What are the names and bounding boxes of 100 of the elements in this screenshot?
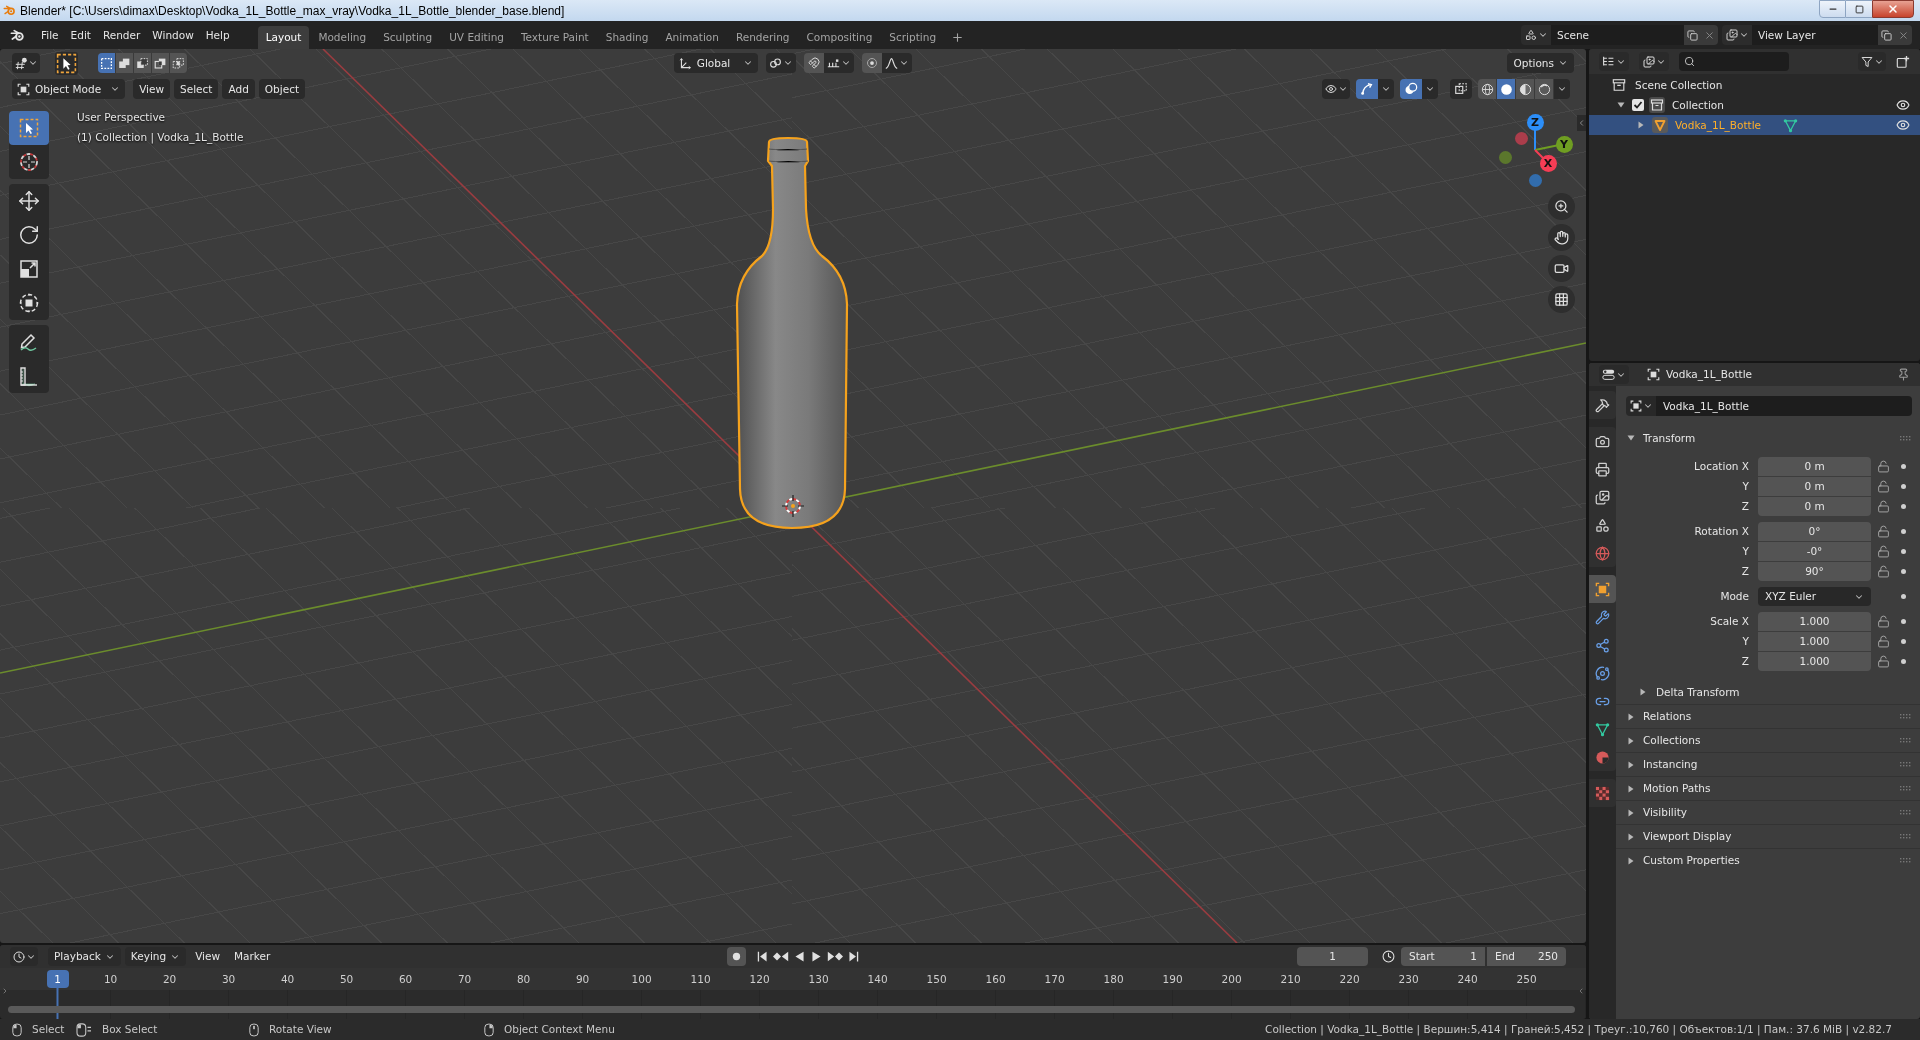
zoom-button[interactable] <box>1548 193 1575 220</box>
disclosure-triangle-icon[interactable] <box>1637 121 1645 129</box>
rotation-mode-dropdown[interactable]: XYZ Euler <box>1758 587 1871 606</box>
panel-header[interactable]: Relations <box>1616 704 1920 728</box>
falloff-dropdown[interactable] <box>882 53 913 73</box>
view-layer-selector-button[interactable] <box>1722 25 1752 45</box>
menu-item[interactable]: Marker <box>229 947 276 966</box>
scene-name-field[interactable]: Scene <box>1551 25 1684 45</box>
snap-element-dropdown[interactable] <box>824 53 855 73</box>
toggle-options-dropdown[interactable] <box>1422 79 1438 99</box>
disclosure-triangle-icon[interactable] <box>1627 808 1635 817</box>
disclosure-triangle-icon[interactable] <box>1627 832 1635 841</box>
delete-scene-button[interactable] <box>1701 25 1718 45</box>
chevron-down-icon[interactable] <box>1381 84 1391 94</box>
timeline-scrollbar[interactable] <box>8 1006 1575 1013</box>
unlocked-padlock-icon[interactable] <box>1877 480 1890 493</box>
toggle-switches-icon[interactable] <box>1602 368 1615 381</box>
minimize-button[interactable] <box>1819 0 1846 18</box>
close-button[interactable] <box>1872 0 1914 18</box>
ruler-protractor-icon[interactable] <box>18 365 40 387</box>
search-icon[interactable] <box>1684 56 1695 67</box>
linked-rings-icon[interactable] <box>769 56 783 70</box>
display-mode-dropdown[interactable] <box>1639 52 1669 71</box>
falloff-curve-icon[interactable] <box>885 56 899 70</box>
checkerboard-icon[interactable] <box>1595 785 1610 801</box>
unlocked-padlock-icon[interactable] <box>1877 460 1890 473</box>
chevron-down-icon[interactable] <box>841 58 852 68</box>
images-icon[interactable] <box>1595 489 1610 505</box>
checkbox[interactable] <box>1632 99 1644 111</box>
skip-to-end-icon[interactable] <box>846 950 860 963</box>
unlocked-padlock-icon[interactable] <box>1877 655 1890 668</box>
chevron-down-icon[interactable] <box>783 58 794 68</box>
dot-icon[interactable] <box>1901 594 1906 599</box>
tree-list-icon[interactable] <box>1602 55 1615 68</box>
dot-icon[interactable] <box>1901 549 1906 554</box>
filter-dropdown[interactable] <box>1858 52 1886 71</box>
move-arrows-icon[interactable] <box>18 190 40 212</box>
box-icon[interactable] <box>1649 97 1665 113</box>
subpanel-header[interactable]: Delta Transform <box>1616 681 1920 703</box>
chevron-down-icon[interactable] <box>1337 84 1348 94</box>
workspace-tab[interactable]: Modeling <box>310 26 375 49</box>
unlocked-padlock-icon[interactable] <box>1877 635 1890 648</box>
number-field[interactable]: 0° <box>1758 522 1871 541</box>
number-field[interactable]: 1.000 <box>1758 652 1871 671</box>
zoom-in-icon[interactable] <box>1554 199 1569 214</box>
options-dropdown[interactable]: Options <box>1507 53 1574 73</box>
funnel-icon[interactable] <box>1860 55 1873 68</box>
workspace-tab[interactable]: Rendering <box>727 26 798 49</box>
object-square-icon[interactable] <box>17 82 30 96</box>
drag-handle-icon[interactable] <box>1900 435 1911 441</box>
maximize-icon[interactable] <box>1854 4 1864 14</box>
clock-icon[interactable] <box>12 950 25 963</box>
outliner-row[interactable]: Collection <box>1589 95 1920 115</box>
shapes-icon[interactable] <box>1524 29 1537 41</box>
disclosure-triangle-icon[interactable] <box>1627 784 1635 793</box>
number-field[interactable]: -0° <box>1758 542 1871 561</box>
delete-view-layer-button[interactable] <box>1895 25 1912 45</box>
outliner-row[interactable]: Vodka_1L_Bottle <box>1589 115 1920 135</box>
transform-orientation-dropdown[interactable]: Global <box>673 53 759 73</box>
chevron-down-icon[interactable] <box>1425 84 1435 94</box>
number-field[interactable]: 0 m <box>1758 477 1871 496</box>
select-box-icon[interactable] <box>18 117 40 139</box>
end-frame-field[interactable]: End 250 <box>1487 947 1566 966</box>
copy-icon[interactable] <box>1687 29 1698 41</box>
editor-type-dropdown[interactable] <box>1599 52 1629 71</box>
panel-header[interactable]: Custom Properties <box>1616 848 1920 872</box>
pivot-dropdown[interactable] <box>766 53 797 73</box>
current-frame-field[interactable]: 1 <box>1297 947 1368 966</box>
grid-icon[interactable] <box>1554 292 1569 307</box>
panel-header[interactable]: Collections <box>1616 728 1920 752</box>
menu-item[interactable]: Add <box>222 79 255 99</box>
axis-view-button[interactable]: Y <box>1555 135 1573 153</box>
select-box-tool-icon[interactable] <box>55 51 78 75</box>
workspace-tab[interactable]: Compositing <box>798 26 881 49</box>
menu-dropdown[interactable]: Keying <box>124 947 187 966</box>
disclosure-triangle-icon[interactable] <box>1627 434 1635 442</box>
dot-icon[interactable] <box>1901 659 1906 664</box>
unlocked-padlock-icon[interactable] <box>1877 615 1890 628</box>
menu-item[interactable]: Window <box>146 25 200 45</box>
new-scene-button[interactable] <box>1684 25 1701 45</box>
skip-to-start-icon[interactable] <box>755 950 769 963</box>
record-dot-icon[interactable] <box>731 952 741 961</box>
number-field[interactable]: 90° <box>1758 562 1871 581</box>
record-button[interactable] <box>726 947 746 966</box>
plus-icon[interactable] <box>951 31 965 44</box>
menu-item[interactable]: Object <box>258 79 306 99</box>
object-square-icon[interactable] <box>1629 400 1642 412</box>
mesh-triangle-icon[interactable] <box>1783 117 1799 133</box>
number-field[interactable]: 0 m <box>1758 497 1871 516</box>
eye-icon[interactable] <box>1896 118 1910 132</box>
chevron-down-icon[interactable] <box>743 58 754 68</box>
connected-dots-icon[interactable] <box>1595 637 1610 653</box>
panel-header[interactable]: Motion Paths <box>1616 776 1920 800</box>
axis-view-button[interactable]: X <box>1539 154 1557 172</box>
video-camera-icon[interactable] <box>1554 261 1569 276</box>
dot-icon[interactable] <box>1901 464 1906 469</box>
workspace-tab[interactable]: Layout <box>257 26 310 49</box>
chevron-down-icon[interactable] <box>27 58 38 68</box>
chevron-down-icon[interactable] <box>1537 30 1548 40</box>
scale-square-icon[interactable] <box>18 258 40 280</box>
